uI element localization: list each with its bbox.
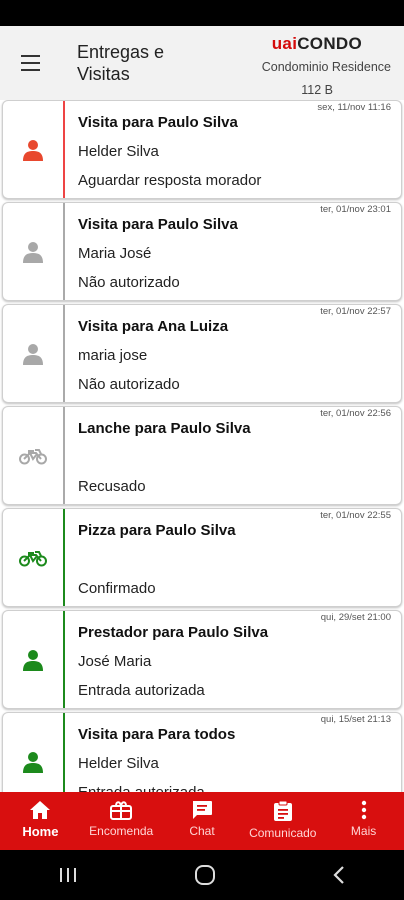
item-status: Não autorizado xyxy=(78,376,180,393)
nav-label: Home xyxy=(22,824,59,839)
visits-list[interactable]: sex, 11/nov 11:16 Visita para Paulo Silv… xyxy=(0,100,404,792)
nav-label: Mais xyxy=(350,824,377,838)
item-person: José Maria xyxy=(78,653,152,670)
item-title: Pizza para Paulo Silva xyxy=(78,522,236,539)
status-bar-indicator xyxy=(63,713,65,792)
item-icon-col xyxy=(3,611,63,708)
item-icon-col xyxy=(3,101,63,198)
nav-encomenda[interactable]: Encomenda xyxy=(81,792,162,850)
system-nav-bar xyxy=(0,850,404,900)
item-timestamp: ter, 01/nov 23:01 xyxy=(320,204,391,215)
item-icon-col xyxy=(3,509,63,606)
item-title: Lanche para Paulo Silva xyxy=(78,420,251,437)
list-item[interactable]: qui, 29/set 21:00 Prestador para Paulo S… xyxy=(2,610,402,709)
status-bar-indicator xyxy=(63,101,65,198)
list-item[interactable]: sex, 11/nov 11:16 Visita para Paulo Silv… xyxy=(2,100,402,199)
item-status: Recusado xyxy=(78,478,146,495)
item-status: Entrada autorizada xyxy=(78,682,205,699)
list-item[interactable]: ter, 01/nov 22:56 Lanche para Paulo Silv… xyxy=(2,406,402,505)
recent-apps-icon[interactable] xyxy=(58,866,78,884)
brand-logo: uaiCONDO xyxy=(272,34,362,54)
item-title: Visita para Para todos xyxy=(78,726,236,743)
person-icon xyxy=(23,751,43,773)
person-icon xyxy=(23,343,43,365)
item-status: Não autorizado xyxy=(78,274,180,291)
nav-label: Comunicado xyxy=(249,826,317,840)
status-bar-indicator xyxy=(63,203,65,300)
nav-label: Encomenda xyxy=(89,824,154,838)
item-icon-col xyxy=(3,407,63,504)
hamburger-line xyxy=(21,69,40,71)
list-item[interactable]: ter, 01/nov 22:57 Visita para Ana Luiza … xyxy=(2,304,402,403)
motorcycle-icon xyxy=(19,448,47,464)
item-person: Helder Silva xyxy=(78,143,159,160)
item-timestamp: qui, 29/set 21:00 xyxy=(320,612,391,623)
status-bar-indicator xyxy=(63,305,65,402)
nav-chat[interactable]: Chat xyxy=(162,792,243,850)
brand-prefix: uai xyxy=(271,34,298,53)
item-timestamp: qui, 15/set 21:13 xyxy=(320,714,391,725)
person-icon xyxy=(23,649,43,671)
item-status: Confirmado xyxy=(78,580,156,597)
item-person: Maria José xyxy=(78,245,152,262)
person-icon xyxy=(23,139,43,161)
person-icon xyxy=(23,241,43,263)
item-person: maria jose xyxy=(78,347,148,364)
nav-label: Chat xyxy=(189,824,215,838)
list-item[interactable]: qui, 15/set 21:13 Visita para Para todos… xyxy=(2,712,402,792)
nav-comunicado[interactable]: Comunicado xyxy=(242,792,323,850)
hamburger-line xyxy=(21,55,40,57)
item-icon-col xyxy=(3,713,63,792)
menu-button[interactable] xyxy=(14,48,48,78)
nav-home[interactable]: Home xyxy=(0,792,81,850)
chat-icon xyxy=(192,801,212,819)
list-item[interactable]: ter, 01/nov 22:55 Pizza para Paulo Silva… xyxy=(2,508,402,607)
item-timestamp: sex, 11/nov 11:16 xyxy=(317,102,391,113)
status-bar-indicator xyxy=(63,509,65,606)
item-person: Helder Silva xyxy=(78,755,159,772)
item-title: Visita para Paulo Silva xyxy=(78,216,238,233)
package-icon xyxy=(110,801,133,820)
item-title: Visita para Ana Luiza xyxy=(78,318,229,335)
page-title: Entregas e Visitas xyxy=(77,42,165,84)
back-icon[interactable] xyxy=(332,865,346,885)
brand-suffix: CONDO xyxy=(297,34,362,53)
item-title: Prestador para Paulo Silva xyxy=(78,624,269,641)
condominium-name: Condominio Residence xyxy=(261,60,391,74)
status-bar xyxy=(0,0,404,26)
home-icon xyxy=(30,801,51,819)
bottom-nav: Home Encomenda Chat Comunicado Mais xyxy=(0,792,404,850)
item-timestamp: ter, 01/nov 22:56 xyxy=(320,408,391,419)
home-button-icon[interactable] xyxy=(194,864,216,886)
hamburger-line xyxy=(21,62,40,64)
item-status: Entrada autorizada xyxy=(78,784,205,792)
nav-mais[interactable]: Mais xyxy=(323,792,404,850)
more-vertical-icon xyxy=(361,800,366,820)
status-bar-indicator xyxy=(63,611,65,708)
list-item[interactable]: ter, 01/nov 23:01 Visita para Paulo Silv… xyxy=(2,202,402,301)
app-header: Entregas e Visitas uaiCONDO Condominio R… xyxy=(0,26,404,100)
clipboard-icon xyxy=(273,800,292,821)
item-timestamp: ter, 01/nov 22:57 xyxy=(320,306,391,317)
unit-number: 112 B xyxy=(301,83,333,97)
item-title: Visita para Paulo Silva xyxy=(78,114,238,131)
item-status: Aguardar resposta morador xyxy=(78,172,262,189)
item-icon-col xyxy=(3,305,63,402)
motorcycle-icon xyxy=(19,550,47,566)
status-bar-indicator xyxy=(63,407,65,504)
item-timestamp: ter, 01/nov 22:55 xyxy=(320,510,391,521)
item-icon-col xyxy=(3,203,63,300)
